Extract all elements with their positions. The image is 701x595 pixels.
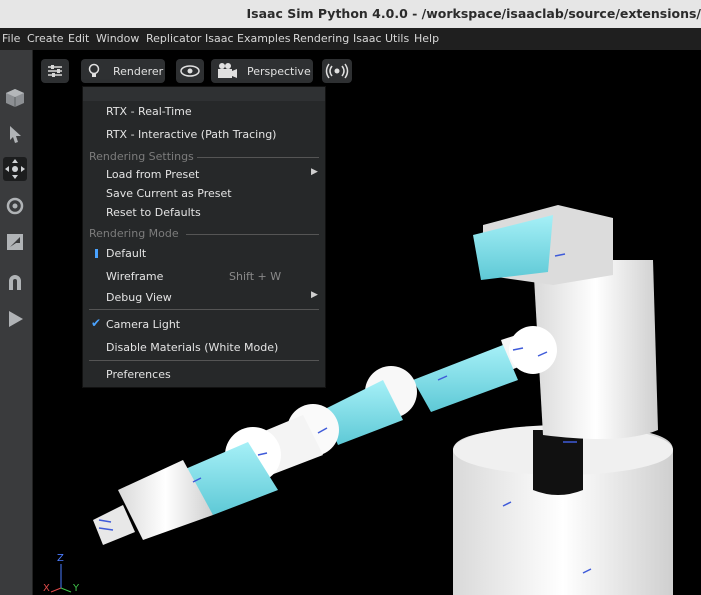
visibility-button[interactable] [176, 59, 204, 83]
move-icon[interactable] [3, 157, 27, 181]
submenu-arrow-icon: ▶ [311, 290, 318, 300]
menu-window[interactable]: Window [96, 32, 139, 45]
wireframe-shortcut: Shift + W [229, 270, 282, 283]
section-rendering-mode: Rendering Mode [83, 226, 325, 242]
menu-item-rtx-real-time[interactable]: RTX - Real-Time [83, 102, 325, 122]
scale-icon[interactable] [3, 230, 27, 254]
menu-edit[interactable]: Edit [68, 32, 89, 45]
menu-rendering[interactable]: Rendering [293, 32, 349, 45]
menu-item-label: RTX - Interactive (Path Tracing) [106, 128, 277, 141]
menu-create[interactable]: Create [27, 32, 64, 45]
menu-help[interactable]: Help [414, 32, 439, 45]
viewport-settings-button[interactable] [41, 59, 69, 83]
viewport[interactable]: Renderer Perspective RTX - Real-Time RTX… [33, 50, 701, 595]
menu-item-label: Preferences [106, 368, 171, 381]
menu-item-label: Default [106, 247, 147, 260]
camera-button[interactable]: Perspective [211, 59, 313, 83]
menu-item-label: Debug View [106, 291, 172, 304]
eye-icon [180, 65, 200, 77]
section-rendering-settings: Rendering Settings [83, 149, 325, 165]
section-label: Rendering Mode [89, 227, 179, 240]
menu-item-label: Reset to Defaults [106, 206, 201, 219]
left-toolbar [0, 50, 33, 595]
axis-y-label: Y [73, 583, 80, 594]
selected-marker-icon [95, 249, 98, 258]
cube-icon[interactable] [3, 86, 27, 110]
menu-item-save-preset[interactable]: Save Current as Preset [83, 184, 325, 204]
rotate-icon[interactable] [3, 194, 27, 218]
snap-magnet-icon[interactable] [3, 270, 27, 294]
lightbulb-icon [88, 63, 100, 77]
window-titlebar: Isaac Sim Python 4.0.0 - /workspace/isaa… [0, 0, 701, 28]
sliders-icon [48, 65, 62, 77]
menu-item-wireframe[interactable]: Wireframe Shift + W [83, 267, 325, 287]
camera-label: Perspective [247, 64, 311, 78]
menu-item-reset-defaults[interactable]: Reset to Defaults [83, 203, 325, 223]
menu-item-label: Load from Preset [106, 168, 200, 181]
axis-x-label: X [43, 583, 50, 594]
select-arrow-icon[interactable] [3, 122, 27, 146]
renderer-label: Renderer [113, 64, 164, 78]
menu-bar: File Create Edit Window Replicator Isaac… [0, 28, 701, 50]
window-title: Isaac Sim Python 4.0.0 - /workspace/isaa… [246, 6, 701, 21]
section-label: Rendering Settings [89, 150, 194, 163]
menu-item-camera-light[interactable]: ✔ Camera Light [83, 315, 325, 335]
menu-item-rtx-interactive[interactable]: RTX - Interactive (Path Tracing) [83, 125, 325, 145]
renderer-dropdown: RTX - Real-Time RTX - Interactive (Path … [82, 86, 326, 388]
menu-item-label: Camera Light [106, 318, 181, 331]
submenu-arrow-icon: ▶ [311, 167, 318, 177]
menu-item-disable-materials[interactable]: Disable Materials (White Mode) [83, 338, 325, 358]
menu-item-debug-view[interactable]: Debug View ▶ [83, 288, 325, 308]
renderer-button[interactable]: Renderer [81, 59, 165, 83]
menu-file[interactable]: File [2, 32, 20, 45]
axis-z-label: Z [57, 553, 64, 564]
broadcast-button[interactable] [322, 59, 352, 83]
dropdown-header-strip [83, 87, 325, 101]
menu-item-preferences[interactable]: Preferences [83, 365, 325, 385]
menu-item-default[interactable]: Default [83, 244, 325, 264]
play-icon[interactable] [3, 307, 27, 331]
menu-isaac-utils[interactable]: Isaac Utils [353, 32, 409, 45]
menu-item-label: RTX - Real-Time [106, 105, 192, 118]
menu-divider [89, 360, 319, 361]
movie-camera-icon [218, 63, 237, 78]
menu-item-label: Save Current as Preset [106, 187, 232, 200]
menu-isaac-examples[interactable]: Isaac Examples [205, 32, 290, 45]
menu-item-label: Wireframe [106, 270, 164, 283]
checkmark-icon: ✔ [91, 316, 102, 330]
menu-divider [89, 309, 319, 310]
section-divider [197, 157, 319, 158]
section-divider [186, 234, 319, 235]
broadcast-icon [325, 63, 349, 79]
menu-replicator[interactable]: Replicator [146, 32, 201, 45]
menu-item-load-from-preset[interactable]: Load from Preset ▶ [83, 165, 325, 185]
menu-item-label: Disable Materials (White Mode) [106, 341, 279, 354]
